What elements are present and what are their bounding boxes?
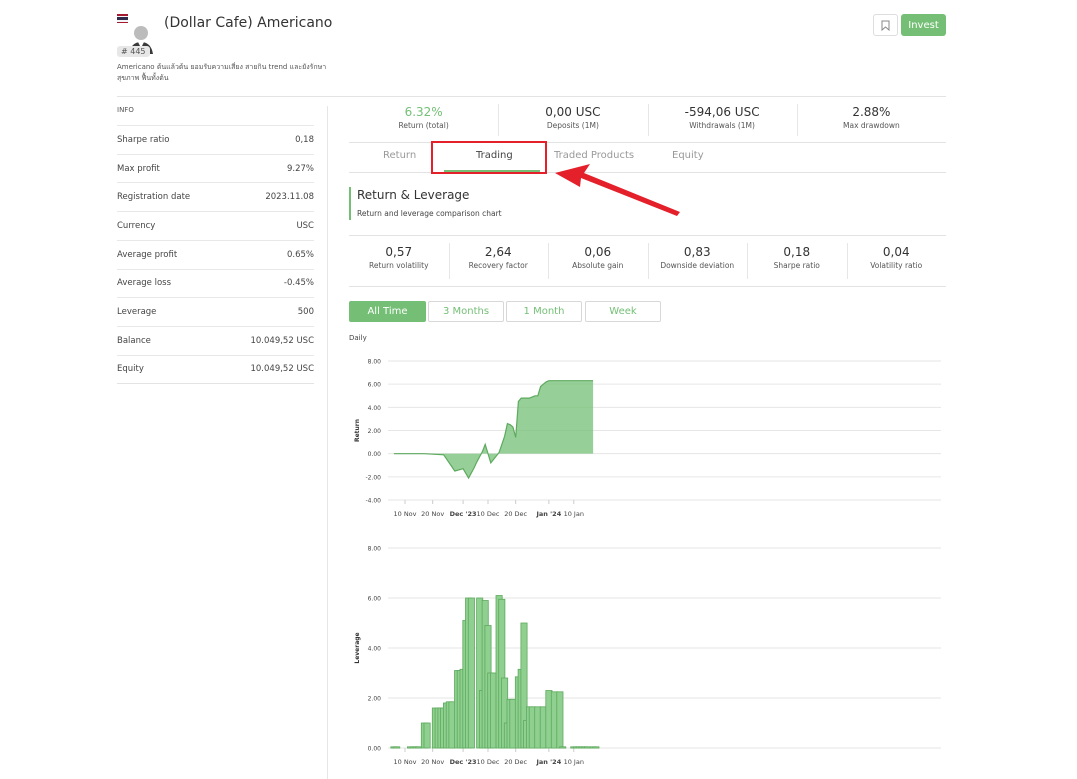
leverage-bar [393,746,401,749]
x-tick-label: Jan '24 [535,758,561,766]
x-tick-label: 20 Nov [421,758,444,766]
y-tick-label: 8.00 [368,359,382,366]
y-tick-label: 6.00 [368,596,382,603]
x-tick-label: Dec '23 [450,758,477,766]
y-tick-label: 8.00 [368,546,382,553]
x-tick-label: 20 Dec [504,510,527,518]
x-tick-label: Dec '23 [450,510,477,518]
y-tick-label: -4.00 [365,498,381,505]
x-tick-label: 10 Nov [393,758,416,766]
y-tick-label: 0.00 [368,746,382,753]
y-tick-label: 0.00 [368,451,382,458]
y-tick-label: 4.00 [368,646,382,653]
leverage-bar [423,722,431,749]
y-axis-label: Leverage [354,632,361,663]
y-tick-label: -2.00 [365,474,381,481]
x-tick-label: 10 Dec [477,758,500,766]
y-tick-label: 4.00 [368,405,382,412]
x-tick-label: 10 Nov [393,510,416,518]
leverage-bar [592,746,600,749]
x-tick-label: 10 Jan [564,758,584,766]
x-tick-label: 20 Dec [504,758,527,766]
leverage-bar [559,746,567,749]
y-tick-label: 2.00 [368,428,382,435]
x-tick-label: 20 Nov [421,510,444,518]
x-tick-label: Jan '24 [535,510,561,518]
leverage-bar [556,691,564,749]
return-leverage-charts: 8.00 6.00 4.00 2.00 0.00 -2.00 -4.00 10 Nov 20 N… [354,359,941,766]
return-area [393,380,594,478]
y-tick-label: 2.00 [368,696,382,703]
y-tick-label: 6.00 [368,382,382,389]
x-tick-label: 10 Jan [564,510,584,518]
x-tick-label: 10 Dec [477,510,500,518]
leverage-bar [467,597,475,749]
y-axis-label: Return [354,419,361,442]
